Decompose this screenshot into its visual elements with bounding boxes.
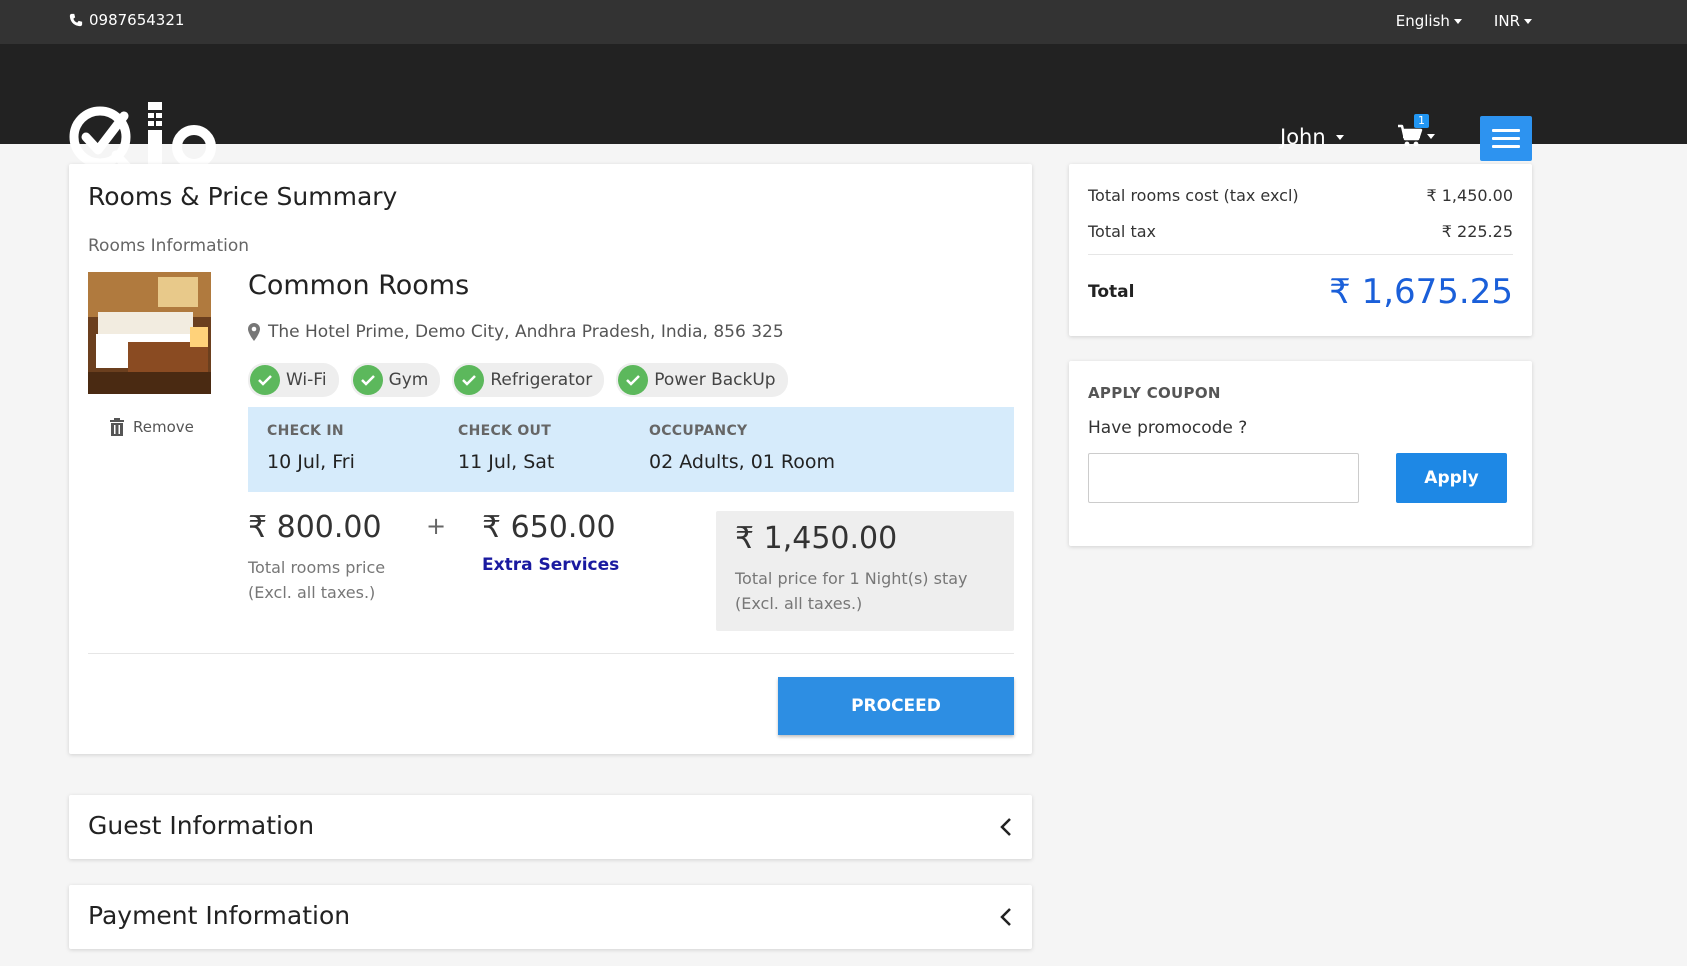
check-icon bbox=[352, 365, 383, 395]
chevron-down-icon bbox=[1524, 19, 1532, 24]
check-icon bbox=[250, 365, 280, 395]
rooms-price: ₹ 800.00 bbox=[248, 510, 382, 545]
cart-count-badge: 1 bbox=[1414, 114, 1429, 128]
rooms-price-summary-card: Rooms & Price Summary Rooms Information … bbox=[69, 164, 1032, 754]
check-icon bbox=[618, 365, 649, 395]
check-out: CHECK OUT 11 Jul, Sat bbox=[458, 423, 554, 473]
occupancy: OCCUPANCY 02 Adults, 01 Room bbox=[649, 423, 835, 473]
total-price-note: (Excl. all taxes.) bbox=[735, 594, 863, 613]
chevron-down-icon bbox=[1453, 19, 1462, 24]
proceed-button[interactable]: PROCEED bbox=[778, 677, 1014, 735]
divider bbox=[88, 653, 1014, 654]
rooms-cost-value: ₹ 1,450.00 bbox=[1426, 186, 1513, 205]
check-out-value: 11 Jul, Sat bbox=[458, 451, 555, 473]
check-in-value: 10 Jul, Fri bbox=[267, 451, 355, 473]
chevron-left-icon bbox=[1000, 908, 1011, 926]
apply-coupon-button[interactable]: Apply bbox=[1396, 453, 1507, 503]
extra-services-block: ₹ 650.00 Extra Services bbox=[482, 510, 619, 575]
rooms-price-block: ₹ 800.00 Total rooms price (Excl. all ta… bbox=[248, 510, 385, 605]
language-dropdown[interactable]: English bbox=[1396, 12, 1462, 30]
main-header: John 1 bbox=[0, 44, 1687, 178]
phone-contact[interactable]: 0987654321 bbox=[69, 11, 184, 29]
room-image bbox=[88, 272, 211, 394]
amenity-refrigerator: Refrigerator bbox=[452, 363, 605, 397]
amenities-list: Wi-Fi Gym Refrigerator Power BackUp bbox=[248, 363, 788, 397]
payment-information-section[interactable]: Payment Information bbox=[69, 885, 1032, 949]
promocode-input[interactable] bbox=[1088, 453, 1359, 503]
user-menu[interactable]: John bbox=[1280, 125, 1344, 149]
currency-label: INR bbox=[1493, 12, 1520, 30]
currency-dropdown[interactable]: INR bbox=[1494, 12, 1532, 30]
summary-title: Rooms & Price Summary bbox=[88, 182, 398, 211]
check-out-label: CHECK OUT bbox=[458, 423, 552, 439]
amenity-label: Wi-Fi bbox=[286, 370, 327, 390]
phone-number: 0987654321 bbox=[89, 11, 185, 29]
tax-label: Total tax bbox=[1088, 222, 1156, 241]
cost-totals-card: Total rooms cost (tax excl) ₹ 1,450.00 T… bbox=[1069, 164, 1532, 336]
amenity-label: Gym bbox=[388, 370, 429, 390]
grand-total-value: ₹ 1,675.25 bbox=[1329, 272, 1513, 312]
map-pin-icon bbox=[248, 323, 260, 341]
rooms-price-label: Total rooms price bbox=[248, 558, 386, 577]
chevron-down-icon bbox=[1427, 133, 1435, 139]
occupancy-label: OCCUPANCY bbox=[649, 423, 748, 439]
total-price-block: ₹ 1,450.00 Total price for 1 Night(s) st… bbox=[716, 511, 1014, 631]
amenity-label: Refrigerator bbox=[490, 370, 593, 390]
remove-label: Remove bbox=[133, 418, 194, 436]
total-price-label: Total price for 1 Night(s) stay bbox=[735, 569, 968, 588]
promocode-question: Have promocode ? bbox=[1088, 418, 1248, 438]
user-name: John bbox=[1280, 125, 1326, 149]
check-in: CHECK IN 10 Jul, Fri bbox=[267, 423, 355, 473]
guest-information-title: Guest Information bbox=[88, 811, 315, 840]
total-price: ₹ 1,450.00 bbox=[735, 521, 898, 556]
extra-services-price: ₹ 650.00 bbox=[482, 510, 616, 545]
divider bbox=[1088, 254, 1513, 255]
hamburger-icon bbox=[1492, 129, 1520, 132]
phone-icon bbox=[69, 13, 83, 27]
address-text: The Hotel Prime, Demo City, Andhra Prade… bbox=[268, 322, 784, 342]
check-icon bbox=[454, 365, 485, 395]
rooms-info-label: Rooms Information bbox=[88, 236, 250, 256]
tax-value: ₹ 225.25 bbox=[1441, 222, 1513, 241]
check-in-label: CHECK IN bbox=[267, 423, 344, 439]
hotel-address: The Hotel Prime, Demo City, Andhra Prade… bbox=[248, 322, 784, 342]
amenity-wifi: Wi-Fi bbox=[248, 363, 339, 397]
trash-icon bbox=[110, 418, 124, 436]
guest-information-section[interactable]: Guest Information bbox=[69, 795, 1032, 859]
tax-row: Total tax ₹ 225.25 bbox=[1088, 222, 1513, 241]
coupon-heading: APPLY COUPON bbox=[1088, 384, 1221, 402]
rooms-price-note: (Excl. all taxes.) bbox=[248, 583, 376, 602]
hamburger-menu-button[interactable] bbox=[1480, 116, 1532, 161]
top-bar: 0987654321 English INR bbox=[0, 0, 1687, 44]
plus-sign: + bbox=[426, 512, 447, 540]
chevron-left-icon bbox=[1000, 818, 1011, 836]
extra-services-link[interactable]: Extra Services bbox=[482, 555, 619, 575]
booking-dates-panel: CHECK IN 10 Jul, Fri CHECK OUT 11 Jul, S… bbox=[248, 407, 1014, 492]
amenity-label: Power BackUp bbox=[654, 370, 776, 390]
grand-total-label: Total bbox=[1088, 282, 1135, 302]
amenity-gym: Gym bbox=[350, 363, 441, 397]
payment-information-title: Payment Information bbox=[88, 901, 351, 930]
language-label: English bbox=[1395, 12, 1450, 30]
chevron-down-icon bbox=[1335, 134, 1344, 140]
apply-coupon-card: APPLY COUPON Have promocode ? Apply bbox=[1069, 361, 1532, 546]
occupancy-value: 02 Adults, 01 Room bbox=[649, 451, 836, 473]
cart-button[interactable]: 1 bbox=[1397, 114, 1435, 148]
rooms-cost-label: Total rooms cost (tax excl) bbox=[1088, 186, 1299, 205]
remove-room-button[interactable]: Remove bbox=[109, 418, 194, 436]
room-name: Common Rooms bbox=[248, 270, 470, 301]
rooms-cost-row: Total rooms cost (tax excl) ₹ 1,450.00 bbox=[1088, 186, 1513, 205]
amenity-power-backup: Power BackUp bbox=[616, 363, 788, 397]
